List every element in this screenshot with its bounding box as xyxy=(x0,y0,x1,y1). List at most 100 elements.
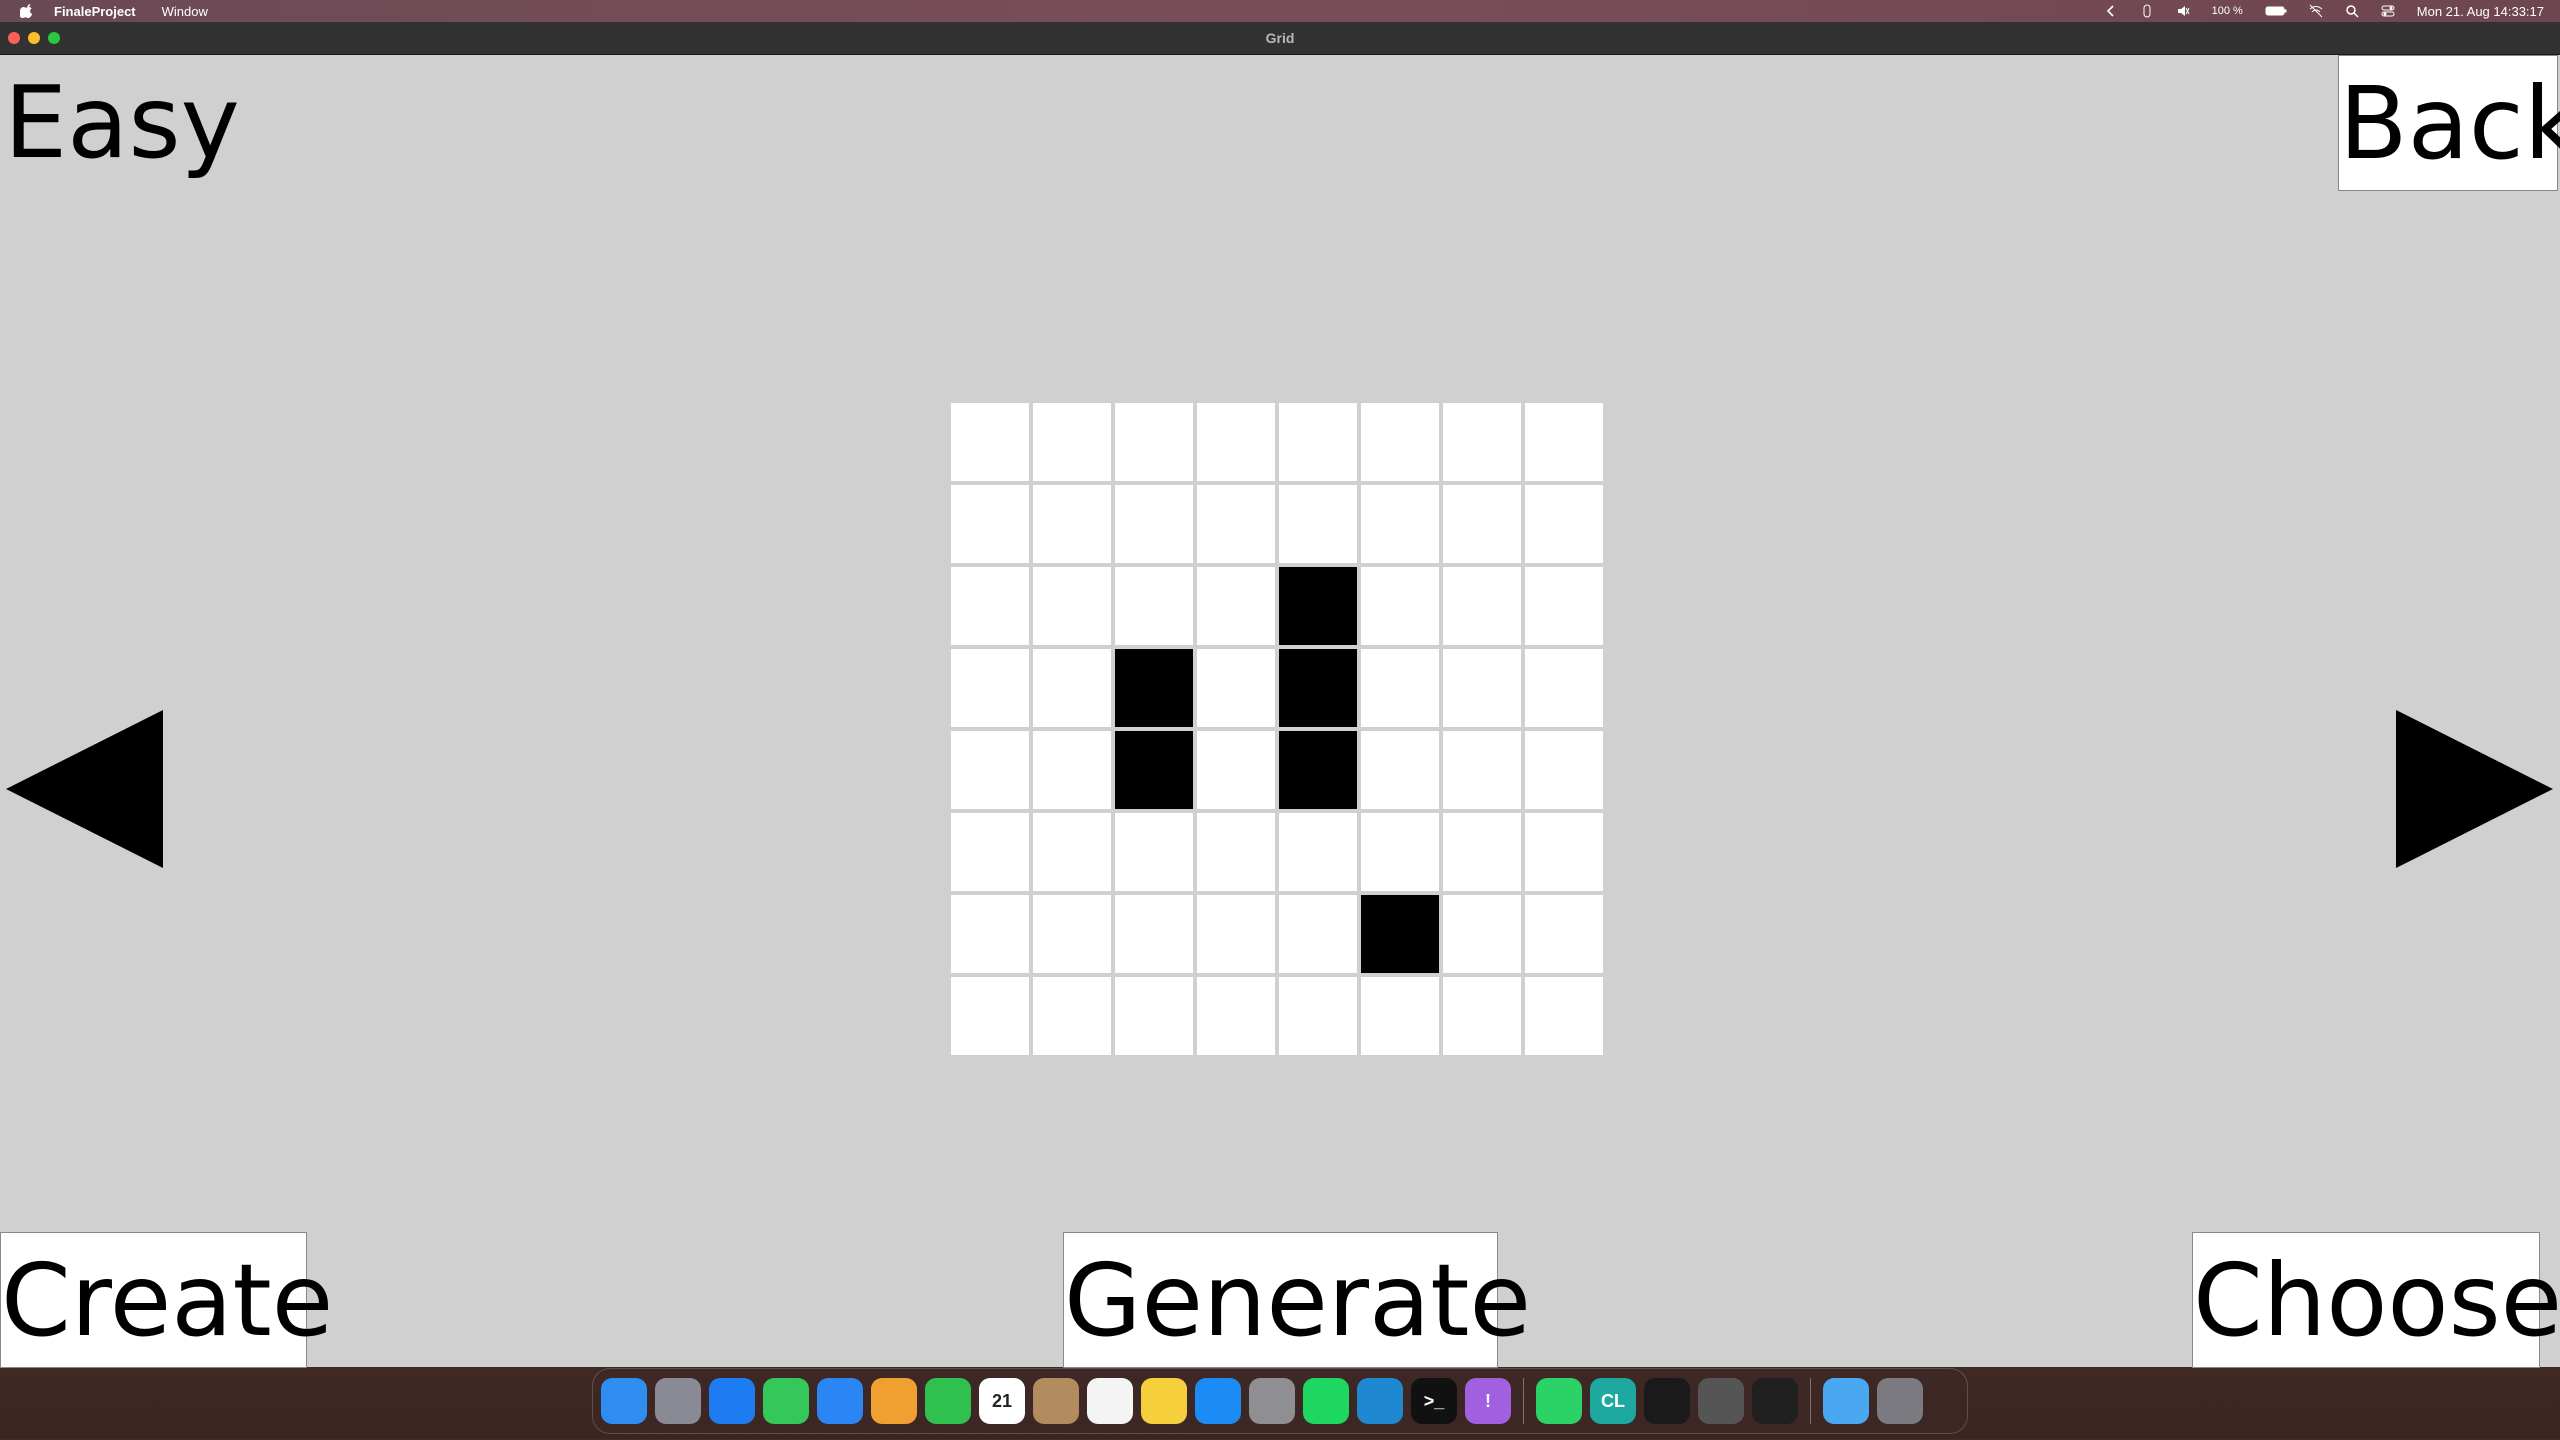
whatsapp-icon[interactable] xyxy=(1536,1378,1582,1424)
grid-cell[interactable] xyxy=(1361,731,1439,809)
grid-cell[interactable] xyxy=(1443,649,1521,727)
activity-monitor-icon[interactable] xyxy=(1644,1378,1690,1424)
downloads-folder-icon[interactable] xyxy=(1823,1378,1869,1424)
grid-cell[interactable] xyxy=(1525,977,1603,1055)
grid-cell[interactable] xyxy=(1279,485,1357,563)
grid-cell[interactable] xyxy=(951,485,1029,563)
grid-cell[interactable] xyxy=(951,813,1029,891)
grid-cell[interactable] xyxy=(1525,485,1603,563)
grid-cell[interactable] xyxy=(1197,895,1275,973)
grid-cell[interactable] xyxy=(951,649,1029,727)
grid-cell[interactable] xyxy=(1361,649,1439,727)
grid-cell[interactable] xyxy=(1443,813,1521,891)
grid-cell[interactable] xyxy=(1443,977,1521,1055)
photos-icon[interactable] xyxy=(871,1378,917,1424)
generate-button[interactable]: Generate xyxy=(1063,1232,1531,1368)
apple-icon[interactable] xyxy=(20,4,34,18)
grid-cell[interactable] xyxy=(1197,813,1275,891)
grid-cell-filled[interactable] xyxy=(1279,649,1357,727)
grid-cell[interactable] xyxy=(1525,649,1603,727)
grid-cell[interactable] xyxy=(1525,403,1603,481)
search-icon[interactable] xyxy=(2345,4,2359,18)
grid-cell[interactable] xyxy=(1361,567,1439,645)
calendar-icon[interactable]: 21 xyxy=(979,1378,1025,1424)
grid-cell[interactable] xyxy=(1279,895,1357,973)
safari-icon[interactable] xyxy=(709,1378,755,1424)
mouse-icon[interactable] xyxy=(2140,4,2154,18)
grid-cell[interactable] xyxy=(1033,567,1111,645)
grid-cell[interactable] xyxy=(1115,977,1193,1055)
menu-app-name[interactable]: FinaleProject xyxy=(54,4,136,19)
grid-cell[interactable] xyxy=(1279,403,1357,481)
grid-cell[interactable] xyxy=(1443,403,1521,481)
grid-cell[interactable] xyxy=(1443,567,1521,645)
mail-icon[interactable] xyxy=(817,1378,863,1424)
facetime-icon[interactable] xyxy=(925,1378,971,1424)
menu-window[interactable]: Window xyxy=(162,4,208,19)
launchpad-icon[interactable] xyxy=(655,1378,701,1424)
grid-cell[interactable] xyxy=(1443,731,1521,809)
grid-cell-filled[interactable] xyxy=(1115,731,1193,809)
create-button[interactable]: Create xyxy=(0,1232,333,1368)
back-button[interactable]: Back xyxy=(2338,55,2560,191)
grid-cell-filled[interactable] xyxy=(1361,895,1439,973)
contacts-icon[interactable] xyxy=(1033,1378,1079,1424)
control-center-icon[interactable] xyxy=(2381,4,2395,18)
grid-cell-filled[interactable] xyxy=(1279,731,1357,809)
spotify-icon[interactable] xyxy=(1303,1378,1349,1424)
messages-icon[interactable] xyxy=(763,1378,809,1424)
grid-cell[interactable] xyxy=(1361,977,1439,1055)
grid-cell[interactable] xyxy=(1361,485,1439,563)
grid-cell[interactable] xyxy=(1361,403,1439,481)
grid-cell[interactable] xyxy=(1197,403,1275,481)
grid-cell[interactable] xyxy=(1197,731,1275,809)
grid-cell[interactable] xyxy=(951,567,1029,645)
grid-cell[interactable] xyxy=(951,977,1029,1055)
clock[interactable]: Mon 21. Aug 14:33:17 xyxy=(2417,4,2544,19)
choose-button[interactable]: Choose xyxy=(2192,1232,2560,1368)
finder-icon[interactable] xyxy=(601,1378,647,1424)
grid-cell[interactable] xyxy=(1115,813,1193,891)
grid-cell[interactable] xyxy=(1115,403,1193,481)
reminders-icon[interactable] xyxy=(1087,1378,1133,1424)
battery-icon[interactable] xyxy=(2265,4,2287,18)
grid-cell[interactable] xyxy=(1033,649,1111,727)
grid-cell[interactable] xyxy=(1033,813,1111,891)
grid-cell[interactable] xyxy=(1197,977,1275,1055)
grid-cell[interactable] xyxy=(951,895,1029,973)
grid-cell[interactable] xyxy=(1525,567,1603,645)
grid-cell[interactable] xyxy=(951,403,1029,481)
vscode-icon[interactable] xyxy=(1357,1378,1403,1424)
grid-cell[interactable] xyxy=(1033,403,1111,481)
grid-cell[interactable] xyxy=(1443,485,1521,563)
grid-cell[interactable] xyxy=(1279,977,1357,1055)
grid-cell[interactable] xyxy=(1033,731,1111,809)
grid-cell[interactable] xyxy=(1197,649,1275,727)
grid-cell[interactable] xyxy=(1525,813,1603,891)
terminal-icon[interactable]: >_ xyxy=(1411,1378,1457,1424)
system-settings-icon[interactable] xyxy=(1249,1378,1295,1424)
notes-icon[interactable] xyxy=(1141,1378,1187,1424)
grid-cell[interactable] xyxy=(1279,813,1357,891)
triangle-left-icon[interactable] xyxy=(6,710,163,868)
grid-cell[interactable] xyxy=(1115,485,1193,563)
triangle-right-icon[interactable] xyxy=(2396,710,2553,868)
console-icon[interactable] xyxy=(1752,1378,1798,1424)
calculator-icon[interactable] xyxy=(1698,1378,1744,1424)
feedback-icon[interactable]: ! xyxy=(1465,1378,1511,1424)
chevron-left-icon[interactable] xyxy=(2104,4,2118,18)
grid-cell[interactable] xyxy=(1033,485,1111,563)
grid-cell[interactable] xyxy=(1361,813,1439,891)
speaker-muted-icon[interactable] xyxy=(2176,4,2190,18)
grid-cell[interactable] xyxy=(1197,567,1275,645)
grid-cell-filled[interactable] xyxy=(1279,567,1357,645)
wifi-off-icon[interactable] xyxy=(2309,4,2323,18)
grid-cell[interactable] xyxy=(1115,567,1193,645)
grid-cell[interactable] xyxy=(1115,895,1193,973)
app-store-icon[interactable] xyxy=(1195,1378,1241,1424)
grid-cell[interactable] xyxy=(951,731,1029,809)
trash-icon[interactable] xyxy=(1877,1378,1923,1424)
grid-cell[interactable] xyxy=(1033,895,1111,973)
clion-icon[interactable]: CL xyxy=(1590,1378,1636,1424)
grid-cell[interactable] xyxy=(1197,485,1275,563)
